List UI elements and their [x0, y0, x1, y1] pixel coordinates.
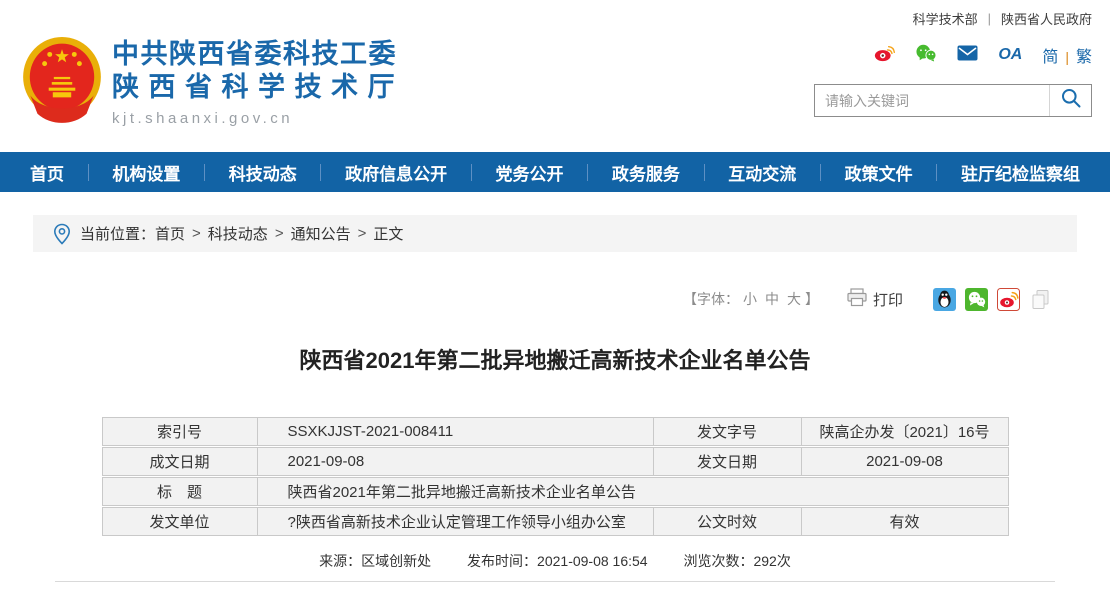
share-icons	[933, 288, 1052, 311]
written-date-value: 2021-09-08	[258, 448, 654, 475]
print-label: 打印	[873, 289, 903, 310]
nav-divider	[704, 164, 705, 181]
share-weibo-icon[interactable]	[997, 288, 1020, 311]
masthead: 中共陕西省委科技工委 陕西省科学技术厅 kjt.shaanxi.gov.cn	[112, 38, 404, 127]
breadcrumb-notices[interactable]: 通知公告	[291, 223, 351, 244]
language-toggle: 简 | 繁	[1042, 43, 1092, 67]
breadcrumb-label: 当前位置：	[80, 223, 155, 244]
doc-title-value: 陕西省2021年第二批异地搬迁高新技术企业名单公告	[258, 478, 1008, 505]
breadcrumb-separator: >	[358, 225, 367, 242]
share-wechat-icon[interactable]	[965, 288, 988, 311]
topbar-link-most[interactable]: 科学技术部	[913, 9, 978, 28]
publish-time-info: 发布时间：2021-09-08 16:54	[467, 553, 648, 569]
font-size-prefix: 【字体：	[683, 289, 739, 309]
wechat-icon[interactable]	[915, 44, 937, 67]
lang-divider: |	[1065, 49, 1069, 65]
written-date-label: 成文日期	[103, 448, 258, 475]
index-number-value: SSXKJJST-2021-008411	[258, 418, 654, 445]
nav-item-tech-news[interactable]: 科技动态	[229, 160, 297, 185]
doc-number-value: 陕高企办发〔2021〕16号	[802, 418, 1008, 445]
search-icon	[1060, 87, 1082, 114]
article-title: 陕西省2021年第二批异地搬迁高新技术企业名单公告	[0, 343, 1110, 375]
view-count-value: 292次	[753, 553, 790, 569]
validity-value: 有效	[802, 508, 1008, 535]
site-url: kjt.shaanxi.gov.cn	[112, 110, 404, 127]
breadcrumb-separator: >	[275, 225, 284, 242]
view-count-info: 浏览次数：292次	[683, 553, 790, 569]
lang-traditional[interactable]: 繁	[1076, 49, 1092, 66]
table-row: 标 题 陕西省2021年第二批异地搬迁高新技术企业名单公告	[102, 477, 1009, 506]
org-title-line1: 中共陕西省委科技工委	[112, 38, 404, 71]
nav-item-discipline-inspection[interactable]: 驻厅纪检监察组	[961, 160, 1080, 185]
nav-divider	[88, 164, 89, 181]
nav-divider	[204, 164, 205, 181]
search-button[interactable]	[1049, 85, 1091, 116]
article-meta-footer: 来源：区域创新处 发布时间：2021-09-08 16:54 浏览次数：292次	[0, 551, 1110, 571]
header-right: OA 简 | 繁	[814, 42, 1092, 117]
nav-item-org[interactable]: 机构设置	[112, 160, 180, 185]
font-size-medium-button[interactable]: 中	[765, 289, 779, 309]
nav-divider	[587, 164, 588, 181]
doc-title-label: 标 题	[103, 478, 258, 505]
nav-divider	[320, 164, 321, 181]
nav-divider	[820, 164, 821, 181]
print-button[interactable]: 打印	[847, 288, 903, 311]
publish-time-value: 2021-09-08 16:54	[537, 553, 648, 569]
font-size-suffix: 】	[805, 289, 819, 309]
share-qq-icon[interactable]	[933, 288, 956, 311]
table-row: 索引号 SSXKJJST-2021-008411 发文字号 陕高企办发〔2021…	[102, 417, 1009, 446]
nav-divider	[936, 164, 937, 181]
quicklinks: OA 简 | 繁	[814, 42, 1092, 68]
nav-item-party-affairs[interactable]: 党务公开	[496, 160, 564, 185]
font-size-control: 【字体： 小 中 大 】	[683, 289, 819, 309]
lang-simplified[interactable]: 简	[1042, 49, 1058, 66]
issuer-value: ?陕西省高新技术企业认定管理工作领导小组办公室	[258, 508, 654, 535]
index-number-label: 索引号	[103, 418, 258, 445]
breadcrumb: 当前位置： 首页 > 科技动态 > 通知公告 > 正文	[33, 215, 1077, 252]
bottom-divider	[55, 581, 1055, 582]
issue-date-label: 发文日期	[654, 448, 802, 475]
source-value: 区域创新处	[361, 553, 431, 569]
issue-date-value: 2021-09-08	[802, 448, 1008, 475]
nav-item-home[interactable]: 首页	[30, 160, 64, 185]
topbar: 科学技术部 | 陕西省人民政府	[0, 0, 1110, 30]
nav-item-gov-services[interactable]: 政务服务	[612, 160, 680, 185]
nav-item-interaction[interactable]: 互动交流	[728, 160, 796, 185]
source-info: 来源：区域创新处	[319, 553, 431, 569]
font-size-large-button[interactable]: 大	[787, 289, 801, 309]
site-header: 中共陕西省委科技工委 陕西省科学技术厅 kjt.shaanxi.gov.cn	[0, 30, 1110, 152]
nav-divider	[471, 164, 472, 181]
breadcrumb-tech-news[interactable]: 科技动态	[208, 223, 268, 244]
search-input[interactable]	[815, 85, 1049, 116]
oa-link[interactable]: OA	[998, 46, 1022, 64]
issuer-label: 发文单位	[103, 508, 258, 535]
doc-number-label: 发文字号	[654, 418, 802, 445]
main-nav: 首页 机构设置 科技动态 政府信息公开 党务公开 政务服务 互动交流 政策文件 …	[0, 152, 1110, 192]
font-size-small-button[interactable]: 小	[743, 289, 757, 309]
table-row: 发文单位 ?陕西省高新技术企业认定管理工作领导小组办公室 公文时效 有效	[102, 507, 1009, 536]
table-row: 成文日期 2021-09-08 发文日期 2021-09-08	[102, 447, 1009, 476]
article-toolbar: 【字体： 小 中 大 】 打印	[0, 286, 1110, 312]
breadcrumb-separator: >	[192, 225, 201, 242]
breadcrumb-current: 正文	[373, 223, 403, 244]
topbar-separator: |	[988, 11, 991, 26]
org-title-line2: 陕西省科学技术厅	[112, 71, 404, 104]
breadcrumb-home[interactable]: 首页	[155, 223, 185, 244]
weibo-icon[interactable]	[874, 44, 895, 67]
document-meta-table: 索引号 SSXKJJST-2021-008411 发文字号 陕高企办发〔2021…	[102, 417, 1009, 536]
validity-label: 公文时效	[654, 508, 802, 535]
national-emblem-logo	[22, 36, 102, 131]
nav-item-policy-docs[interactable]: 政策文件	[845, 160, 913, 185]
search-box	[814, 84, 1092, 117]
copy-link-icon[interactable]	[1029, 288, 1052, 311]
nav-item-gov-info[interactable]: 政府信息公开	[345, 160, 447, 185]
mail-icon[interactable]	[957, 45, 978, 66]
topbar-link-shaanxi-gov[interactable]: 陕西省人民政府	[1001, 9, 1092, 28]
location-pin-icon	[53, 223, 71, 245]
printer-icon	[847, 288, 873, 311]
